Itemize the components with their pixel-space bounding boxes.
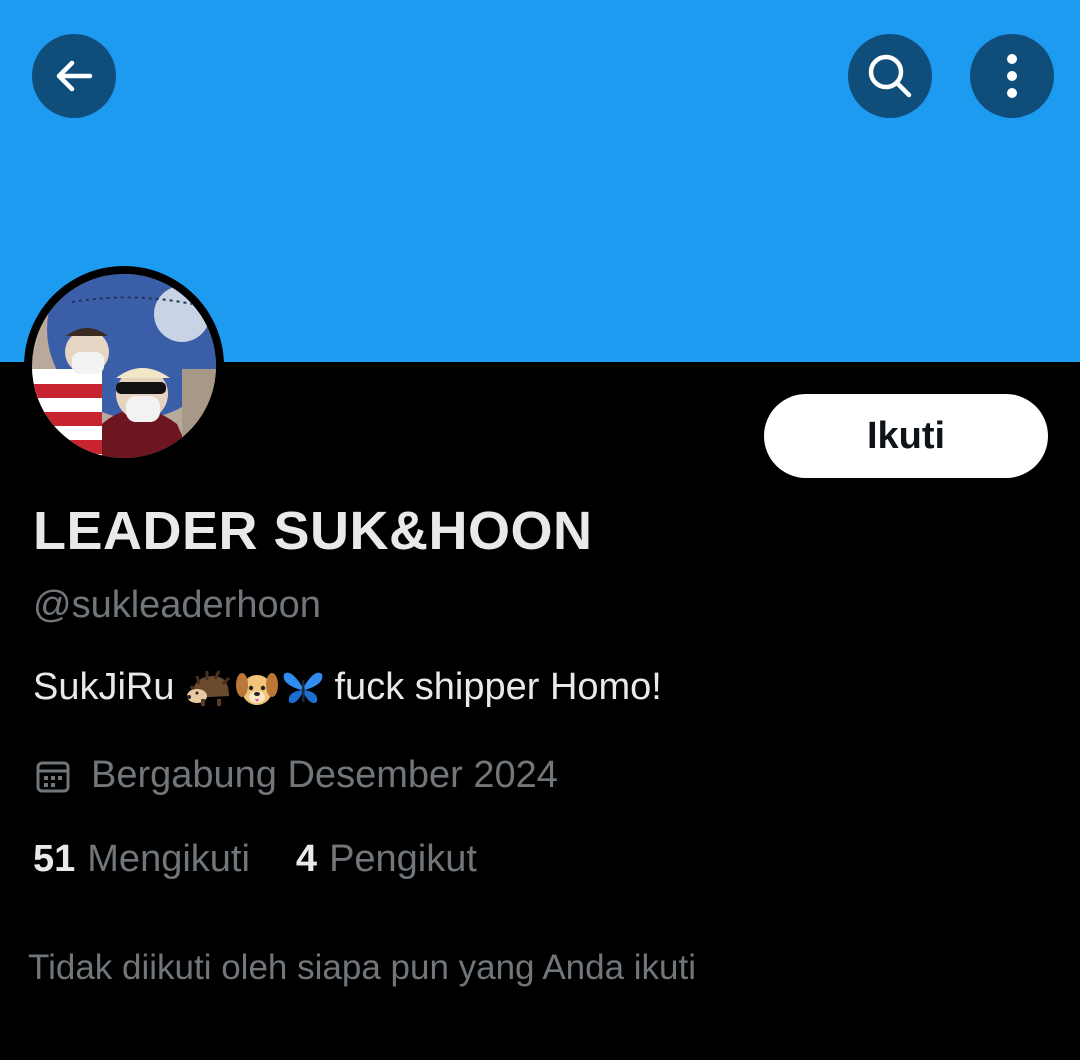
dog-face-emoji-icon bbox=[235, 672, 278, 705]
following-count: 51 bbox=[33, 838, 76, 880]
avatar-photo bbox=[32, 274, 216, 458]
profile-handle: @sukleaderhoon bbox=[33, 584, 321, 626]
bio-text-start: SukJiRu bbox=[33, 666, 175, 708]
search-icon bbox=[868, 54, 912, 98]
follow-button[interactable]: Ikuti bbox=[764, 394, 1048, 478]
arrow-left-icon bbox=[56, 60, 93, 92]
profile-bio: SukJiRu fuck shipper Homo! bbox=[33, 666, 662, 709]
profile-avatar[interactable] bbox=[24, 266, 224, 466]
following-label: Mengikuti bbox=[87, 838, 250, 880]
profile-stats: 51 Mengikuti 4 Pengikut bbox=[33, 838, 477, 881]
calendar-icon bbox=[36, 761, 70, 792]
bio-text-end: fuck shipper Homo! bbox=[334, 666, 662, 708]
followers-link[interactable]: 4 Pengikut bbox=[296, 838, 477, 881]
joined-text: Bergabung Desember 2024 bbox=[91, 754, 558, 796]
more-options-button[interactable] bbox=[970, 34, 1054, 118]
search-button[interactable] bbox=[848, 34, 932, 118]
followers-label: Pengikut bbox=[329, 838, 477, 880]
profile-joined-date: Bergabung Desember 2024 bbox=[33, 754, 558, 797]
following-link[interactable]: 51 Mengikuti bbox=[33, 838, 250, 881]
more-vertical-icon bbox=[1007, 54, 1017, 98]
bio-emojis bbox=[185, 668, 325, 708]
hedgehog-emoji-icon bbox=[186, 669, 230, 706]
followers-count: 4 bbox=[295, 838, 318, 880]
back-button[interactable] bbox=[32, 34, 116, 118]
followed-by-text: Tidak diikuti oleh siapa pun yang Anda i… bbox=[28, 948, 697, 987]
butterfly-emoji-icon bbox=[283, 672, 322, 703]
profile-display-name: LEADER SUK&HOON bbox=[33, 501, 593, 561]
